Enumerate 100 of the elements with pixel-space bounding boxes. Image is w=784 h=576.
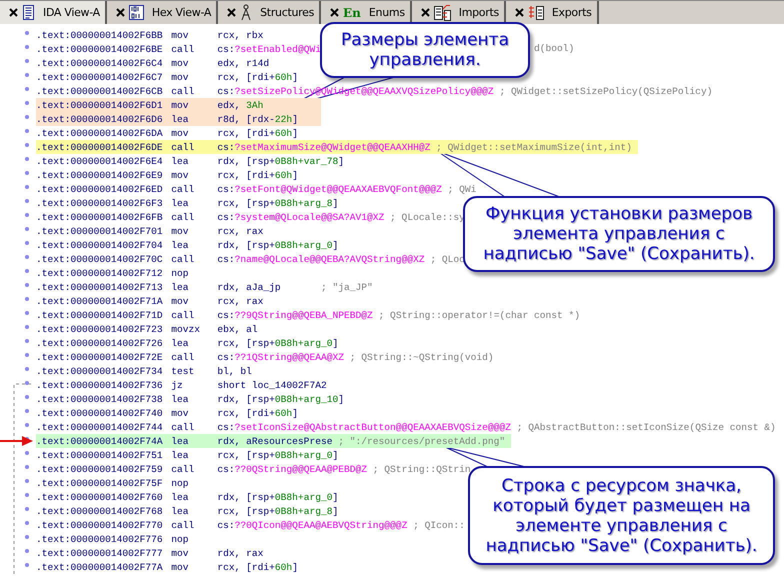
mnemonic-text: mov [171, 170, 190, 180]
mnemonic-text: nop [171, 268, 190, 278]
operand-text: rdx, [rsp+0B8h+arg_10] [217, 394, 344, 404]
mnemonic-text: lea [171, 282, 190, 292]
mnemonic-text: call [171, 520, 196, 530]
address-text: .text:000000014002F6ED [36, 184, 164, 194]
mnemonic-text: lea [171, 436, 190, 446]
address-text: .text:000000014002F713 [36, 282, 164, 292]
operand-text: rcx, [rsp+0B8h+arg_8] [217, 506, 338, 516]
operand-text: rdx, aResourcesPrese [217, 436, 332, 446]
line-dot [25, 185, 29, 189]
mnemonic-text: mov [171, 562, 190, 572]
close-icon[interactable] [330, 8, 340, 17]
address-text: .text:000000014002F6CB [36, 86, 164, 96]
operand-text: cs:?setFont@QWidget@@QEAAXAEBVQFont@@@Z [217, 184, 442, 194]
address-text: .text:000000014002F776 [36, 534, 164, 544]
line-dot [25, 367, 29, 371]
mnemonic-text: lea [171, 156, 190, 166]
address-text: .text:000000014002F744 [36, 422, 164, 432]
operand-text: rcx, [rsp+0B8h+arg_0] [217, 450, 338, 460]
close-icon[interactable] [227, 8, 236, 17]
line-dot [25, 409, 29, 413]
line-dot [25, 227, 29, 231]
operand-text: cs:??0QIcon@@QEAA@AEBVQString@@@Z [217, 520, 408, 530]
line-dot [25, 241, 29, 245]
line-dot [25, 507, 29, 511]
operand-text: cs:?name@QLocale@@QEBA?AVQString@@XZ [217, 254, 425, 264]
mnemonic-text: call [171, 310, 196, 320]
comment-text: ; ":/resources/presetAdd.png" [338, 436, 506, 446]
comment-text: ; "ja_JP" [320, 282, 373, 292]
mnemonic-text: mov [171, 100, 190, 110]
line-dot [25, 45, 29, 49]
binary-grid-icon [128, 5, 144, 20]
comment-text: ; QAbstractButton::setIconSize(QSize const &) [516, 422, 776, 432]
address-text: .text:000000014002F704 [36, 240, 164, 250]
mnemonic-text: call [171, 44, 196, 54]
operand-text: rcx, [rdi+60h] [217, 408, 299, 418]
address-text: .text:000000014002F6E9 [36, 170, 164, 180]
comment-text: ; QLocale::sy [390, 212, 465, 222]
address-text: .text:000000014002F701 [36, 226, 164, 236]
mnemonic-text: mov [171, 58, 190, 68]
close-icon[interactable] [9, 8, 18, 17]
address-text: .text:000000014002F6E4 [36, 156, 164, 166]
address-text: .text:000000014002F6D1 [36, 100, 164, 110]
comment-text: d(bool) [534, 42, 574, 56]
import-table-icon [434, 4, 451, 20]
address-text: .text:000000014002F6C4 [36, 58, 164, 68]
mnemonic-text: mov [171, 226, 190, 236]
mnemonic-text: mov [171, 296, 190, 306]
operand-text: rcx, [rdi+60h] [217, 170, 299, 180]
mnemonic-text: lea [171, 198, 190, 208]
close-icon[interactable] [514, 8, 524, 17]
mnemonic-text: lea [171, 394, 190, 404]
line-dot [25, 59, 29, 63]
address-text: .text:000000014002F6DE [36, 142, 164, 152]
line-dot [25, 31, 29, 35]
comment-text: ; QWi [448, 184, 476, 194]
mnemonic-text: lea [171, 114, 190, 124]
address-text: .text:000000014002F738 [36, 394, 164, 404]
line-dot [25, 129, 29, 133]
line-dot [25, 255, 29, 259]
document-icon [22, 5, 35, 20]
operand-text: cs:?setMaximumSize@QWidget@@QEAAXHH@Z [217, 142, 430, 152]
operand-text: rdx, [rsp+0B8h+arg_0] [217, 492, 338, 502]
operand-text: bl, bl [217, 366, 253, 376]
comment-text: ; QIcon:: [413, 520, 465, 530]
mnemonic-text: call [171, 142, 196, 152]
operand-text: rcx, [rdi+60h] [217, 128, 299, 138]
address-text: .text:000000014002F768 [36, 506, 164, 516]
mnemonic-text: nop [171, 534, 190, 544]
mnemonic-text: call [171, 212, 196, 222]
mnemonic-text: lea [171, 450, 190, 460]
mnemonic-text: call [171, 254, 196, 264]
line-dot [25, 451, 29, 455]
address-text: .text:000000014002F770 [36, 520, 164, 530]
operand-text: cs:??0QString@@QEAA@PEBD@Z [217, 464, 368, 474]
address-text: .text:000000014002F723 [36, 324, 164, 334]
mnemonic-text: mov [171, 30, 190, 40]
address-text: .text:000000014002F70C [36, 254, 164, 264]
address-text: .text:000000014002F759 [36, 464, 164, 474]
operand-text: rcx, [rsp+0B8h+arg_0] [217, 338, 338, 348]
operand-text: edx, r14d [217, 58, 270, 68]
comment-text: ; QString::~QString(void) [350, 352, 494, 362]
line-dot [25, 157, 29, 161]
address-text: .text:000000014002F71D [36, 310, 164, 320]
operand-text: ebx, al [217, 324, 259, 334]
tab[interactable]: IDA View-A [0, 1, 107, 24]
line-dot [25, 423, 29, 427]
close-icon[interactable] [116, 8, 125, 17]
line-dot [25, 283, 29, 287]
operand-text: rcx, [rsp+0B8h+arg_8] [217, 198, 338, 208]
comment-text: ; QString::operator!=(char const *) [378, 310, 580, 320]
mnemonic-text: mov [171, 548, 190, 558]
close-icon[interactable] [420, 8, 430, 17]
mnemonic-text: mov [171, 128, 190, 138]
line-dot [25, 535, 29, 539]
address-text: .text:000000014002F77A [36, 562, 164, 572]
operand-text: r8d, [rdx-22h] [217, 114, 299, 124]
address-text: .text:000000014002F6D6 [36, 114, 164, 124]
line-dot [25, 549, 29, 553]
